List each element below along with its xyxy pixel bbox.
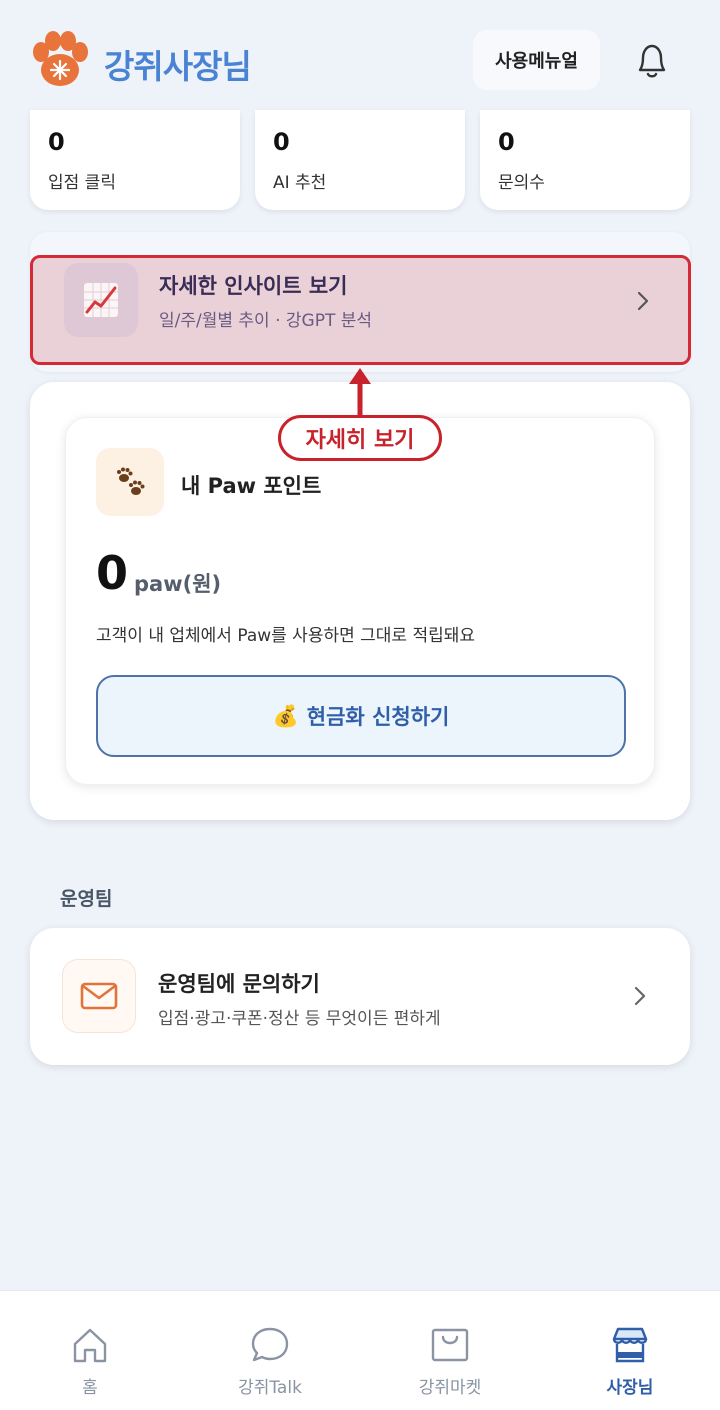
- stat-value: 0: [48, 128, 65, 156]
- ops-subtitle: 입점·광고·쿠폰·정산 등 무엇이든 편하게: [158, 1009, 441, 1029]
- stat-label: 문의수: [498, 173, 545, 193]
- stat-card-store-clicks: 0 입점 클릭: [30, 110, 240, 210]
- contact-ops-link[interactable]: 운영팀에 문의하기 입점·광고·쿠폰·정산 등 무엇이든 편하게: [30, 928, 690, 1065]
- nav-item-home[interactable]: 홈: [0, 1291, 180, 1410]
- insight-subtitle: 일/주/월별 추이 · 강GPT 분석: [159, 311, 373, 331]
- nav-item-talk[interactable]: 강쥐Talk: [180, 1291, 360, 1410]
- paw-badge: [96, 448, 164, 516]
- store-icon: [612, 1327, 648, 1363]
- nav-item-owner[interactable]: 사장님: [540, 1291, 720, 1410]
- paw-point-description: 고객이 내 업체에서 Paw를 사용하면 그대로 적립돼요: [96, 626, 476, 646]
- app-header: 강쥐사장님 사용메뉴얼: [0, 0, 720, 120]
- paw-point-card: 내 Paw 포인트 0 paw(원) 고객이 내 업체에서 Paw를 사용하면 …: [65, 417, 655, 785]
- shopping-bag-icon: [431, 1328, 469, 1362]
- ops-section-title: 운영팀: [60, 888, 113, 910]
- bottom-navigation: 홈 강쥐Talk 강쥐마켓 사장님: [0, 1290, 720, 1410]
- ops-title: 운영팀에 문의하기: [158, 972, 320, 996]
- stat-card-ai-recommend: 0 AI 추천: [255, 110, 465, 210]
- paw-point-title: 내 Paw 포인트: [181, 474, 322, 498]
- bell-icon[interactable]: [632, 40, 672, 82]
- chevron-right-icon: [634, 986, 646, 1006]
- chat-icon: [251, 1327, 289, 1362]
- insight-title: 자세한 인사이트 보기: [159, 274, 348, 298]
- nav-item-market[interactable]: 강쥐마켓: [360, 1291, 540, 1410]
- insight-link[interactable]: 자세한 인사이트 보기 일/주/월별 추이 · 강GPT 분석: [30, 255, 691, 365]
- paw-prints-icon: [117, 467, 145, 495]
- trend-chart-icon: [84, 283, 118, 317]
- nav-label: 강쥐마켓: [418, 1378, 482, 1398]
- annotation-arrow-icon: [349, 368, 371, 416]
- cash-out-button[interactable]: 💰 현금화 신청하기: [96, 675, 626, 757]
- app-name: 강쥐사장님: [104, 47, 252, 86]
- stat-label: 입점 클릭: [48, 173, 116, 193]
- home-icon: [73, 1328, 107, 1363]
- chevron-right-icon: [637, 291, 649, 311]
- nav-label: 사장님: [606, 1378, 654, 1398]
- money-bag-icon: 💰: [272, 703, 299, 728]
- nav-label: 홈: [82, 1378, 98, 1398]
- stat-label: AI 추천: [273, 173, 327, 193]
- detail-view-callout: 자세히 보기: [278, 415, 442, 461]
- ops-icon-box: [62, 959, 136, 1033]
- cash-out-label: 현금화 신청하기: [306, 705, 450, 729]
- stat-value: 0: [498, 128, 515, 156]
- stat-card-inquiries: 0 문의수: [480, 110, 690, 210]
- stat-value: 0: [273, 128, 290, 156]
- insight-icon-box: [64, 263, 138, 337]
- user-manual-button[interactable]: 사용메뉴얼: [473, 30, 600, 90]
- nav-label: 강쥐Talk: [238, 1378, 302, 1398]
- paw-point-unit: paw(원): [134, 572, 222, 596]
- paw-point-amount: 0: [96, 546, 129, 600]
- paw-logo-icon[interactable]: [30, 30, 90, 90]
- mail-icon: [80, 982, 118, 1010]
